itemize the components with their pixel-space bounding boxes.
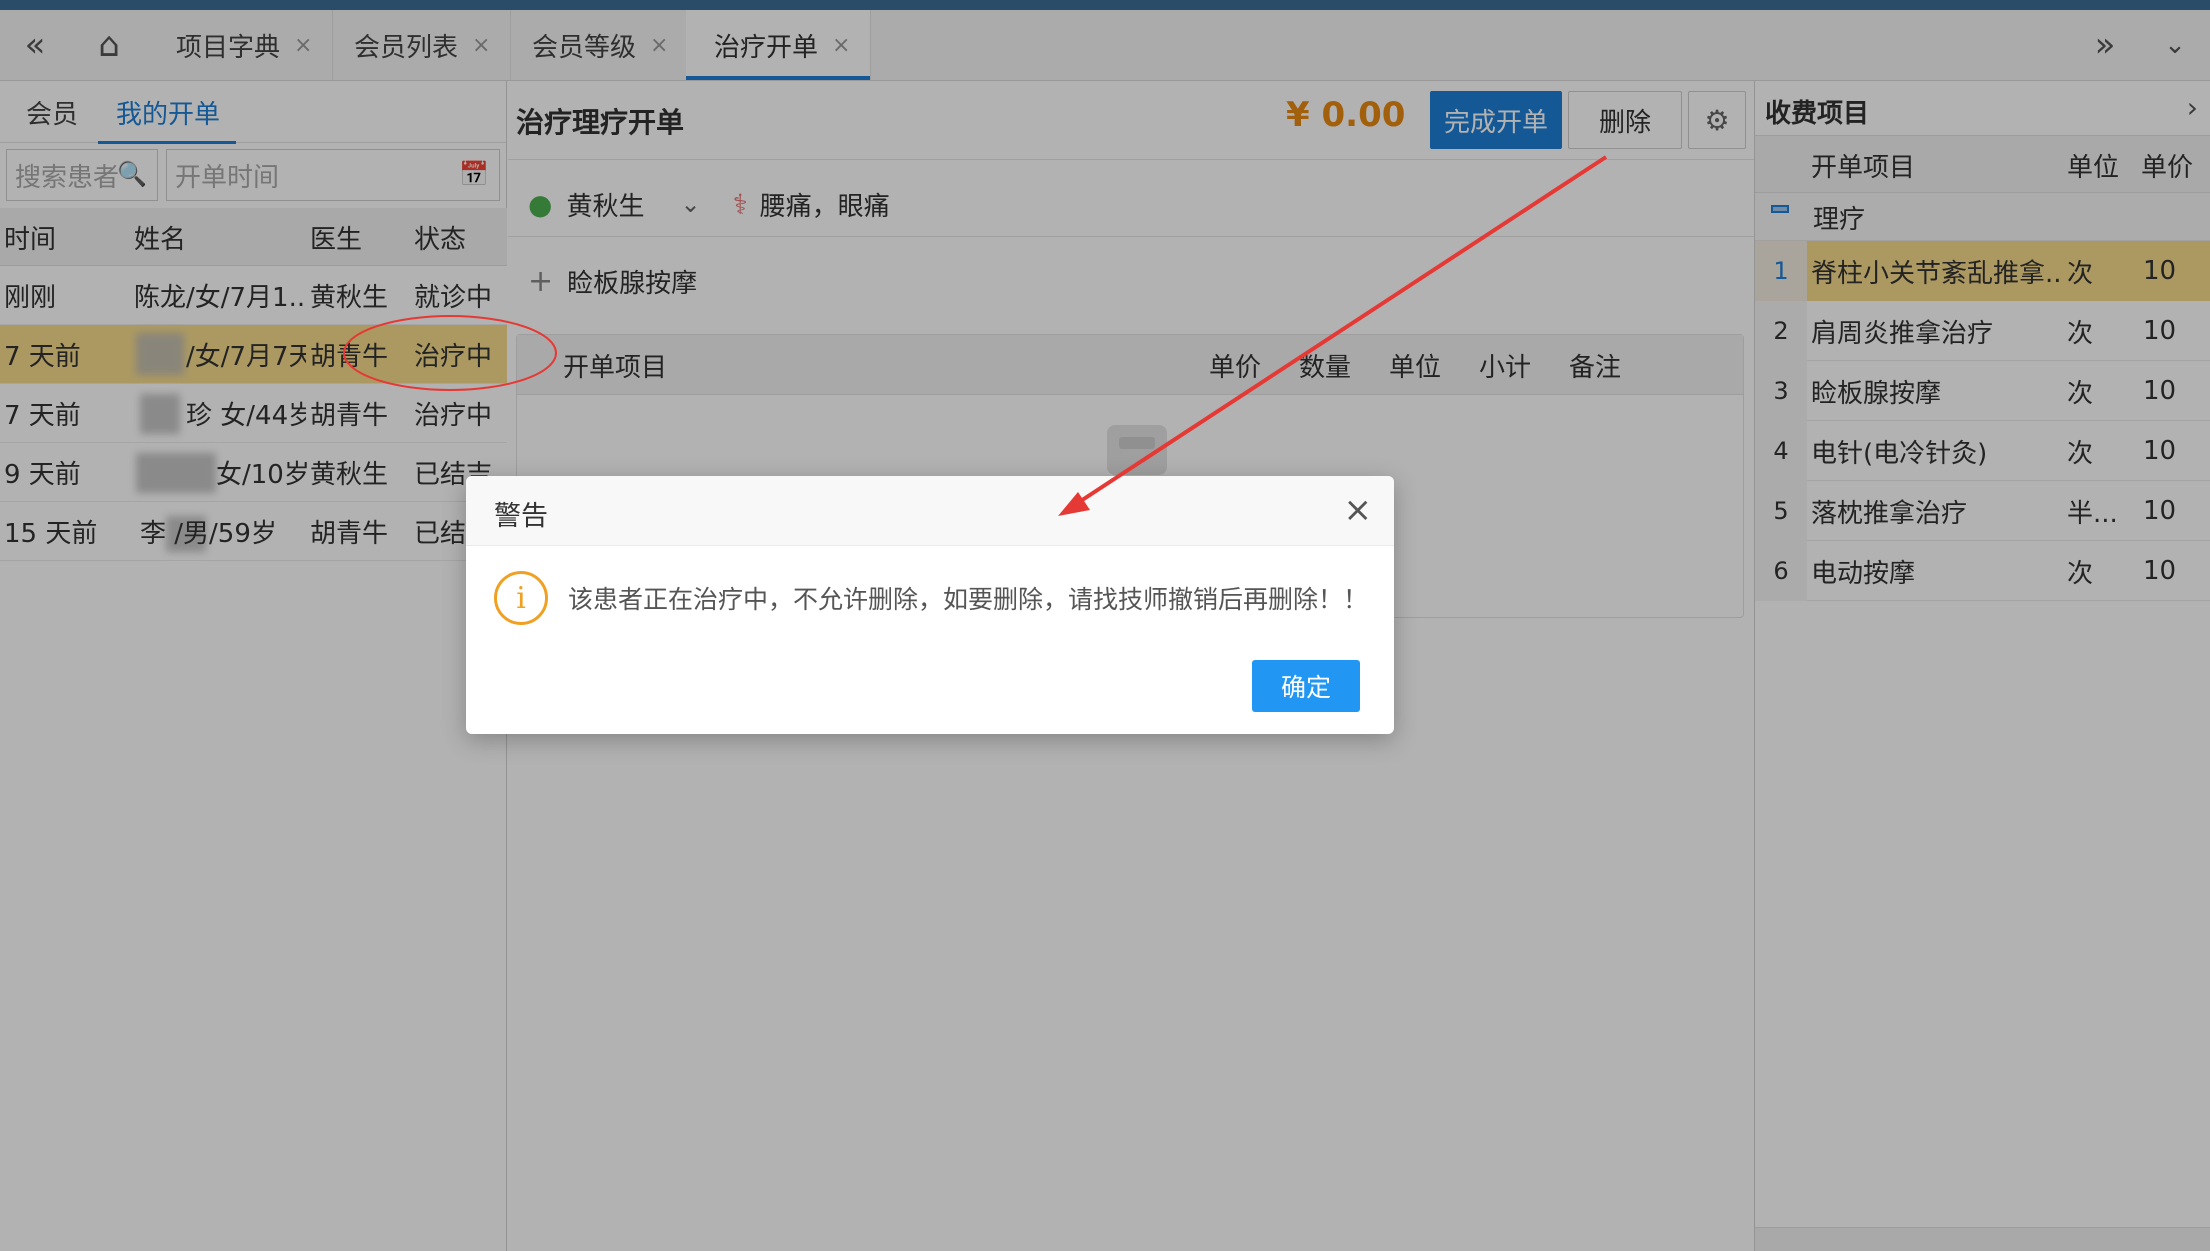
dialog-title: 警告 xyxy=(494,501,548,532)
info-icon: i xyxy=(494,571,548,625)
dialog-header: 警告 × xyxy=(466,476,1394,546)
close-icon[interactable]: × xyxy=(1344,490,1373,530)
warning-dialog: 警告 × i 该患者正在治疗中，不允许删除，如要删除，请找技师撤销后再删除！！ … xyxy=(466,476,1394,734)
dialog-message: 该患者正在治疗中，不允许删除，如要删除，请找技师撤销后再删除！！ xyxy=(568,585,1369,614)
ok-button[interactable]: 确定 xyxy=(1252,660,1360,712)
